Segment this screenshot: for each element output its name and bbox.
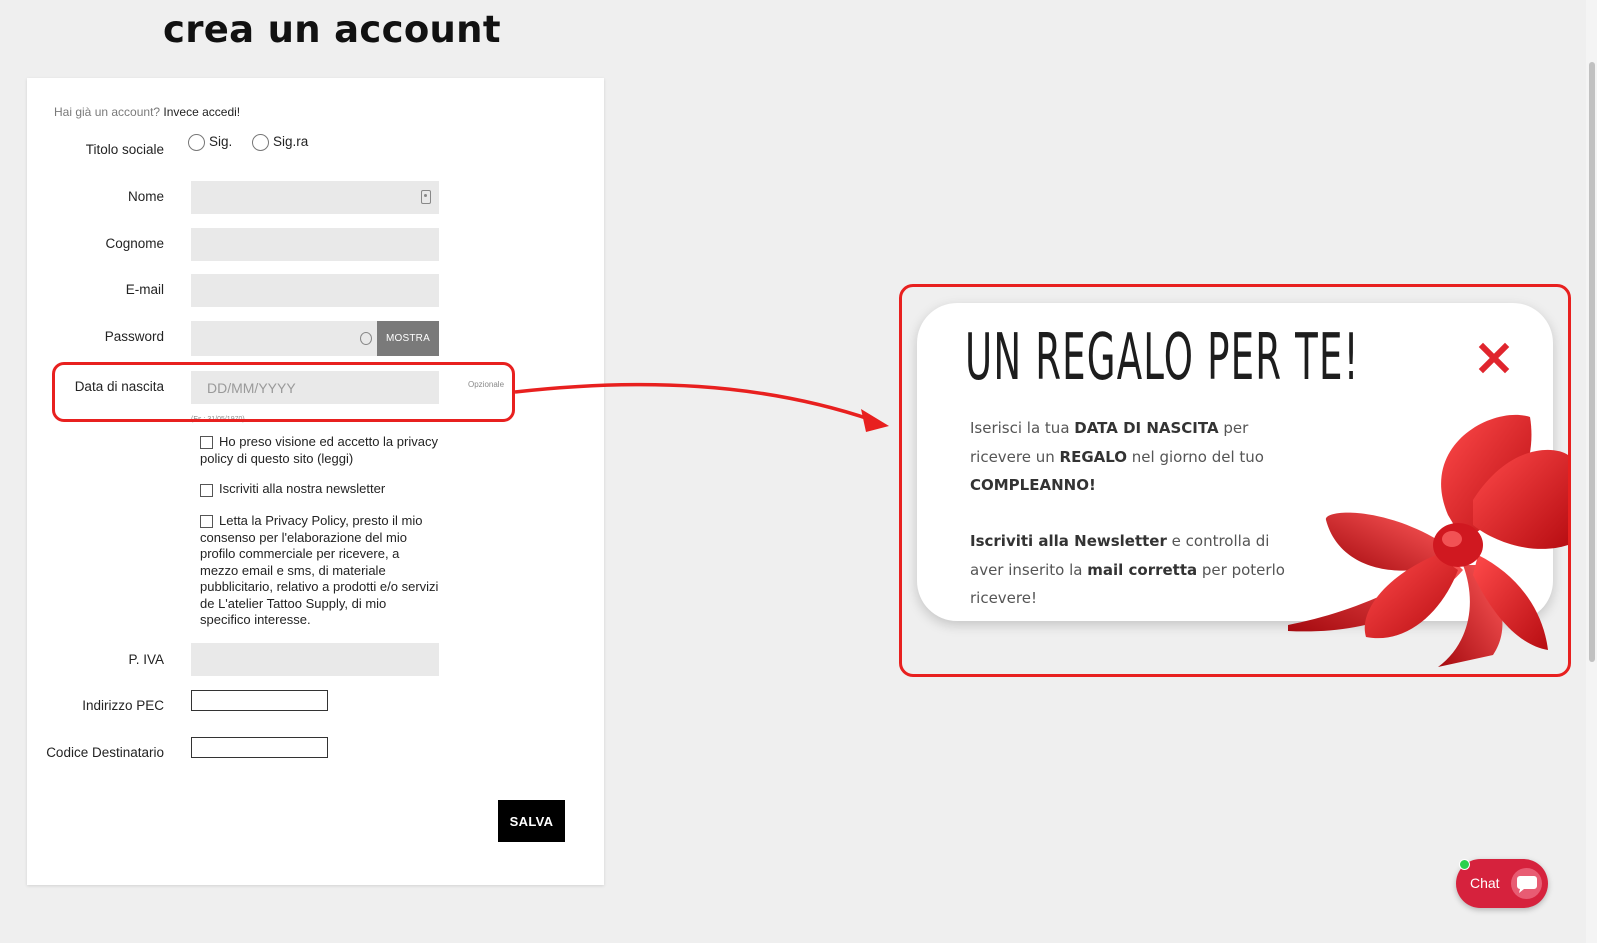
popup-text-bold: mail corretta: [1087, 560, 1198, 579]
popup-title: UN REGALO PER TE!: [965, 321, 1360, 395]
popup-text-span: Iserisci la tua: [970, 419, 1075, 437]
popup-paragraph-birthday: Iserisci la tua DATA DI NASCITA per rice…: [970, 414, 1290, 500]
chat-bubble-icon: [1511, 868, 1542, 899]
popup-text-bold: COMPLEANNO!: [970, 476, 1096, 494]
popup-text-bold: DATA DI NASCITA: [1074, 419, 1219, 437]
scrollbar-thumb[interactable]: [1589, 62, 1595, 662]
chat-button[interactable]: Chat: [1456, 859, 1548, 908]
popup-text-bold: Iscriviti alla Newsletter: [970, 532, 1167, 550]
popup-text-bold: REGALO: [1059, 447, 1128, 466]
online-status-dot: [1459, 859, 1470, 870]
popup-text-span: nel giorno del tuo: [1127, 447, 1264, 466]
chat-label: Chat: [1470, 875, 1500, 891]
popup-paragraph-newsletter: Iscriviti alla Newsletter e controlla di…: [970, 527, 1290, 613]
close-icon[interactable]: [1477, 341, 1511, 375]
gift-bow-image: [1288, 414, 1568, 667]
